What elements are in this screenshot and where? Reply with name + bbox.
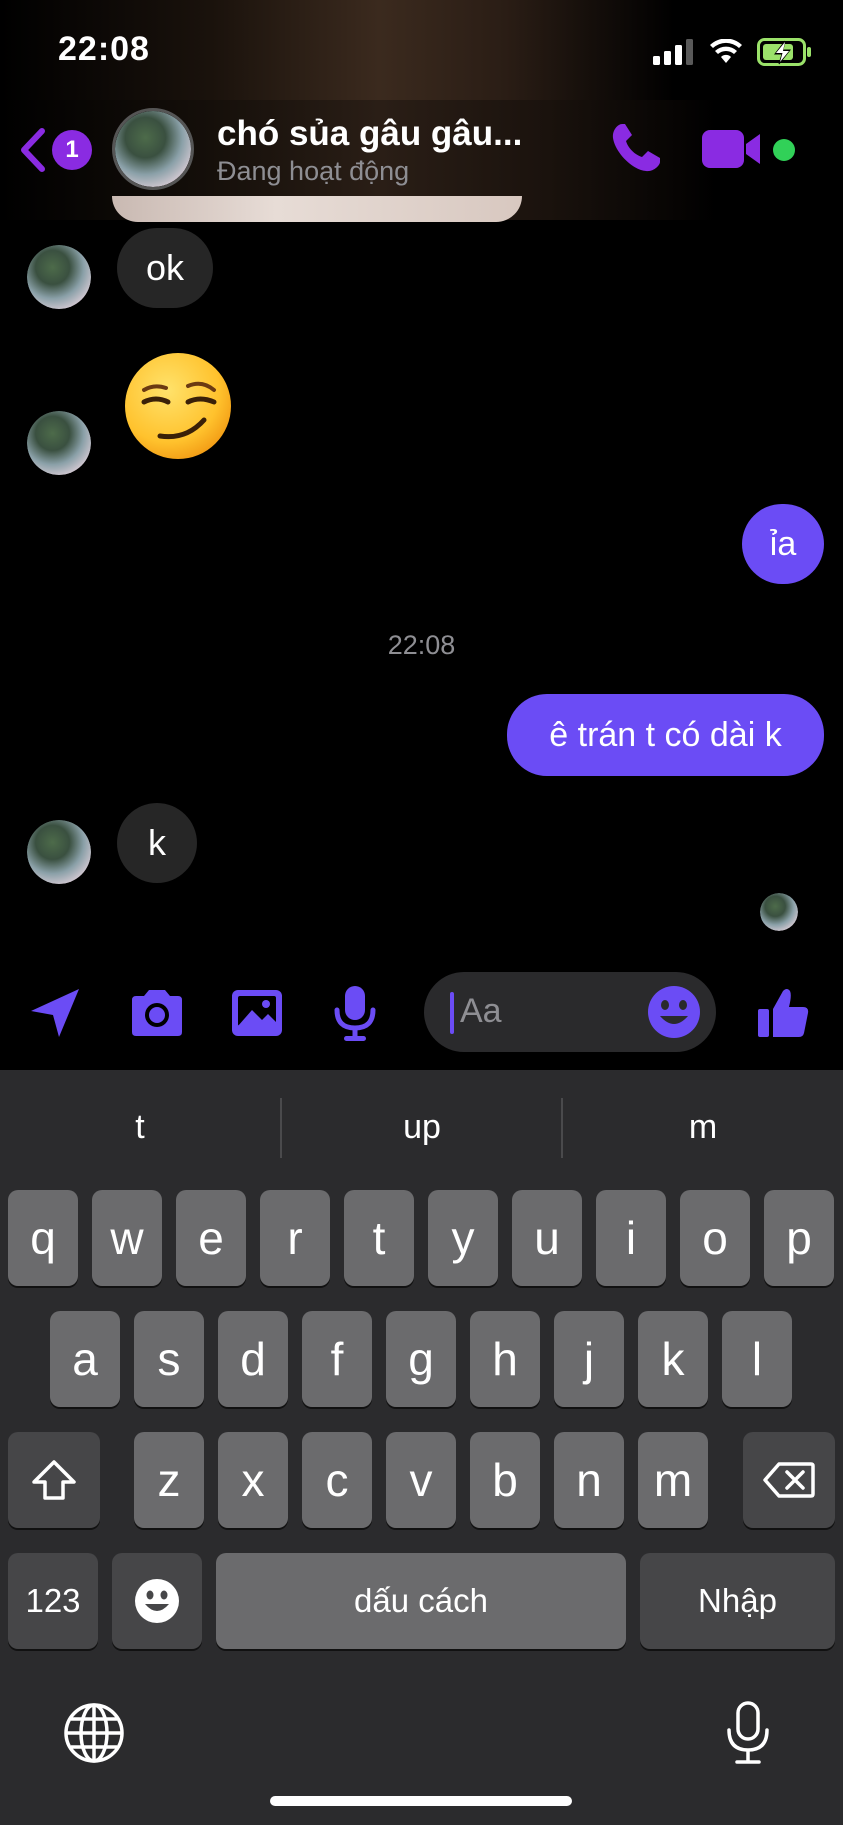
shift-icon bbox=[32, 1460, 76, 1500]
sender-avatar[interactable] bbox=[27, 245, 91, 309]
emoji-keyboard-icon bbox=[135, 1579, 179, 1623]
key[interactable]: d bbox=[218, 1311, 288, 1407]
key[interactable]: b bbox=[470, 1432, 540, 1528]
signal-icon bbox=[653, 39, 693, 65]
key[interactable]: f bbox=[302, 1311, 372, 1407]
key[interactable]: h bbox=[470, 1311, 540, 1407]
back-button[interactable]: 1 bbox=[18, 124, 98, 176]
key[interactable]: q bbox=[8, 1190, 78, 1286]
outgoing-message[interactable]: ỉa bbox=[742, 504, 824, 584]
key[interactable]: a bbox=[50, 1311, 120, 1407]
sender-avatar[interactable] bbox=[27, 411, 91, 475]
camera-icon bbox=[132, 990, 182, 1036]
globe-icon bbox=[64, 1703, 124, 1763]
key[interactable]: g bbox=[386, 1311, 456, 1407]
key[interactable]: i bbox=[596, 1190, 666, 1286]
shared-photo[interactable] bbox=[112, 196, 522, 222]
emoji-keyboard-key[interactable] bbox=[112, 1553, 202, 1649]
key[interactable]: s bbox=[134, 1311, 204, 1407]
contact-status: Đang hoạt động bbox=[217, 156, 410, 186]
return-key[interactable]: Nhập bbox=[640, 1553, 835, 1649]
suggestion-item[interactable]: m bbox=[563, 1108, 843, 1147]
text-caret bbox=[450, 992, 454, 1034]
numbers-key[interactable]: 123 bbox=[8, 1553, 98, 1649]
emoji-icon bbox=[648, 986, 700, 1038]
message-timestamp: 22:08 bbox=[387, 630, 456, 660]
like-button[interactable] bbox=[750, 980, 816, 1046]
key[interactable]: o bbox=[680, 1190, 750, 1286]
key[interactable]: l bbox=[722, 1311, 792, 1407]
like-icon bbox=[758, 989, 809, 1037]
suggestion-item[interactable]: t bbox=[0, 1108, 280, 1147]
unread-badge: 1 bbox=[52, 130, 92, 170]
keyboard: t up m q w e r t y u i o p a s d f g h j… bbox=[0, 1070, 843, 1825]
shift-key[interactable] bbox=[8, 1432, 100, 1528]
space-key[interactable]: dấu cách bbox=[216, 1553, 626, 1649]
key[interactable]: e bbox=[176, 1190, 246, 1286]
smirking-face-emoji[interactable] bbox=[122, 350, 234, 462]
online-indicator bbox=[773, 139, 795, 161]
dictation-microphone-icon bbox=[727, 1701, 769, 1764]
key[interactable]: v bbox=[386, 1432, 456, 1528]
key[interactable]: u bbox=[512, 1190, 582, 1286]
key[interactable]: k bbox=[638, 1311, 708, 1407]
outgoing-message[interactable]: ê trán t có dài k bbox=[507, 694, 824, 776]
key[interactable]: t bbox=[344, 1190, 414, 1286]
status-time: 22:08 bbox=[58, 30, 150, 68]
key[interactable]: p bbox=[764, 1190, 834, 1286]
sender-avatar[interactable] bbox=[27, 820, 91, 884]
key[interactable]: m bbox=[638, 1432, 708, 1528]
globe-button[interactable] bbox=[59, 1698, 129, 1768]
seen-indicator-avatar bbox=[760, 893, 798, 931]
voice-call-button[interactable] bbox=[608, 120, 664, 176]
key[interactable]: j bbox=[554, 1311, 624, 1407]
phone-icon bbox=[612, 124, 660, 172]
suggestion-item[interactable]: up bbox=[282, 1108, 562, 1147]
location-button[interactable] bbox=[22, 980, 88, 1046]
status-icons bbox=[653, 36, 813, 68]
message-input[interactable]: Aa bbox=[424, 972, 716, 1052]
location-icon bbox=[31, 989, 79, 1037]
dictation-button[interactable] bbox=[713, 1698, 783, 1768]
battery-charging-icon bbox=[757, 38, 811, 66]
chevron-left-icon bbox=[21, 128, 45, 172]
video-camera-icon bbox=[702, 130, 760, 168]
home-indicator[interactable] bbox=[270, 1796, 572, 1806]
contact-name[interactable]: chó sủa gâu gâu... bbox=[217, 114, 522, 154]
message-composer: Aa bbox=[0, 960, 843, 1070]
gallery-icon bbox=[232, 990, 282, 1036]
incoming-message[interactable]: k bbox=[117, 803, 197, 883]
voice-message-button[interactable] bbox=[322, 980, 388, 1046]
incoming-message[interactable]: ok bbox=[117, 228, 213, 308]
contact-avatar[interactable] bbox=[112, 108, 194, 190]
backspace-key[interactable] bbox=[743, 1432, 835, 1528]
suggestion-bar: t up m bbox=[0, 1070, 843, 1188]
emoji-button[interactable] bbox=[646, 984, 702, 1040]
key[interactable]: z bbox=[134, 1432, 204, 1528]
wifi-icon bbox=[710, 39, 742, 63]
backspace-icon bbox=[763, 1462, 815, 1498]
camera-button[interactable] bbox=[124, 980, 190, 1046]
key[interactable]: r bbox=[260, 1190, 330, 1286]
key[interactable]: w bbox=[92, 1190, 162, 1286]
key[interactable]: n bbox=[554, 1432, 624, 1528]
gallery-button[interactable] bbox=[224, 980, 290, 1046]
key[interactable]: x bbox=[218, 1432, 288, 1528]
microphone-icon bbox=[334, 986, 376, 1041]
video-call-button[interactable] bbox=[700, 124, 766, 174]
message-input-placeholder: Aa bbox=[460, 992, 502, 1030]
key[interactable]: y bbox=[428, 1190, 498, 1286]
status-bar: 22:08 bbox=[0, 0, 843, 100]
key[interactable]: c bbox=[302, 1432, 372, 1528]
